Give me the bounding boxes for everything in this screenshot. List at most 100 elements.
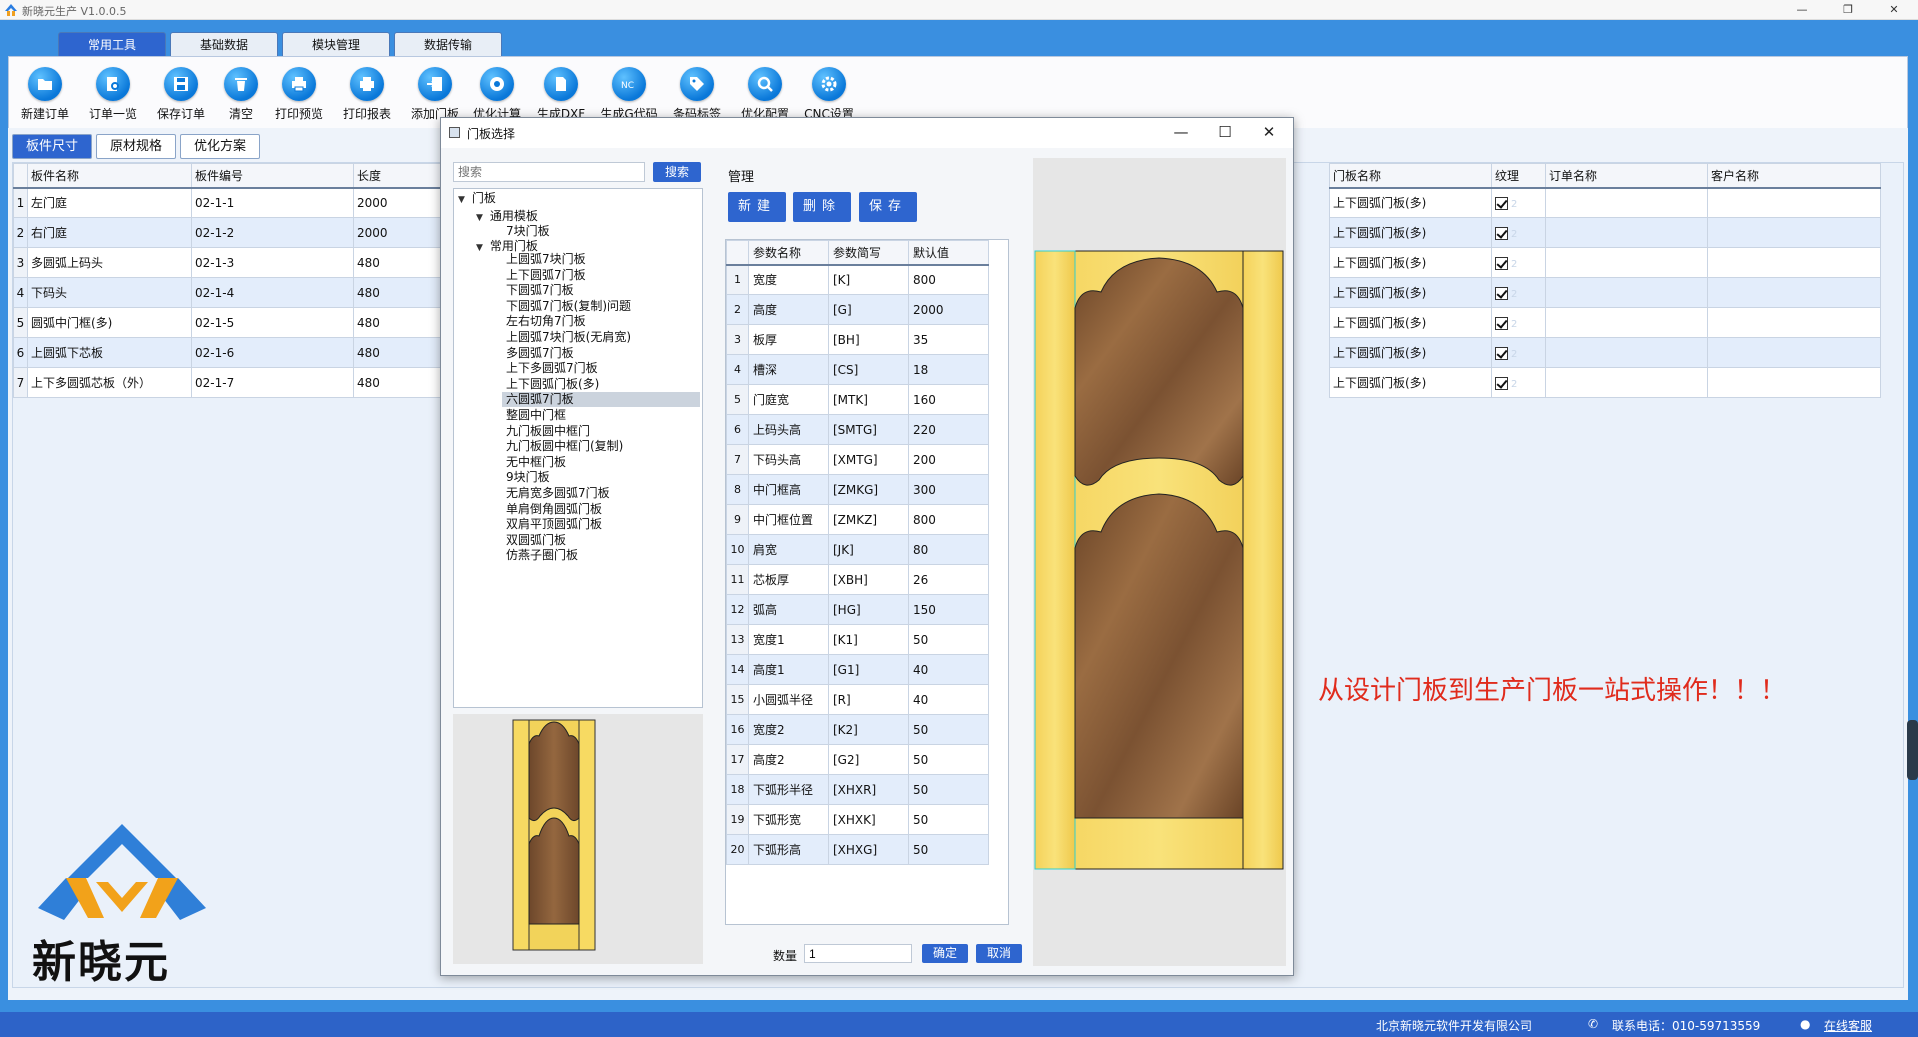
param-abbr-cell[interactable]: [G]: [828, 294, 909, 325]
param-value-cell[interactable]: 50: [908, 714, 989, 745]
menu-tab-basic-data[interactable]: 基础数据: [170, 32, 278, 58]
tree-item[interactable]: 上下圆弧7门板: [502, 268, 700, 283]
param-value-cell[interactable]: 50: [908, 744, 989, 775]
panel-code-cell[interactable]: 02-1-6: [191, 337, 354, 368]
table-row[interactable]: 上下圆弧门板(多) 2: [1329, 277, 1881, 308]
param-abbr-cell[interactable]: [XBH]: [828, 564, 909, 595]
param-name-cell[interactable]: 宽度: [748, 264, 829, 295]
param-abbr-cell[interactable]: [G1]: [828, 654, 909, 685]
search-input[interactable]: [453, 162, 645, 182]
param-name-cell[interactable]: 下弧形半径: [748, 774, 829, 805]
tree-item[interactable]: 无肩宽多圆弧7门板: [502, 486, 700, 501]
param-value-cell[interactable]: 800: [908, 264, 989, 295]
length-cell[interactable]: 480: [353, 277, 443, 308]
length-cell[interactable]: 2000: [353, 217, 443, 248]
texture-cell[interactable]: 2: [1491, 367, 1546, 398]
panel-code-cell[interactable]: 02-1-1: [191, 187, 354, 218]
param-name-cell[interactable]: 宽度1: [748, 624, 829, 655]
texture-cell[interactable]: 2: [1491, 277, 1546, 308]
param-name-cell[interactable]: 高度: [748, 294, 829, 325]
param-row[interactable]: 15 小圆弧半径 [R] 40: [726, 684, 989, 715]
param-abbr-cell[interactable]: [ZMKZ]: [828, 504, 909, 535]
customer-name-cell[interactable]: [1707, 217, 1881, 248]
param-name-cell[interactable]: 高度2: [748, 744, 829, 775]
table-row[interactable]: 4 下码头 02-1-4 480: [13, 277, 443, 308]
texture-checkbox[interactable]: [1495, 376, 1508, 390]
param-name-cell[interactable]: 门庭宽: [748, 384, 829, 415]
texture-checkbox[interactable]: [1495, 196, 1508, 210]
param-name-cell[interactable]: 高度1: [748, 654, 829, 685]
texture-checkbox[interactable]: [1495, 226, 1508, 240]
param-name-cell[interactable]: 槽深: [748, 354, 829, 385]
customer-name-cell[interactable]: [1707, 307, 1881, 338]
door-name-cell[interactable]: 上下圆弧门板(多): [1329, 277, 1492, 308]
param-value-cell[interactable]: 50: [908, 804, 989, 835]
tree-item[interactable]: 左右切角7门板: [502, 314, 700, 329]
search-button[interactable]: 搜索: [653, 162, 701, 182]
param-value-cell[interactable]: 35: [908, 324, 989, 355]
panel-code-cell[interactable]: 02-1-7: [191, 367, 354, 398]
param-abbr-cell[interactable]: [XHXG]: [828, 834, 909, 865]
texture-cell[interactable]: 2: [1491, 337, 1546, 368]
param-value-cell[interactable]: 50: [908, 774, 989, 805]
length-cell[interactable]: 480: [353, 307, 443, 338]
tree-item[interactable]: 上下多圆弧7门板: [502, 361, 700, 376]
param-value-cell[interactable]: 26: [908, 564, 989, 595]
customer-name-cell[interactable]: [1707, 277, 1881, 308]
param-name-cell[interactable]: 芯板厚: [748, 564, 829, 595]
param-name-cell[interactable]: 肩宽: [748, 534, 829, 565]
texture-cell[interactable]: 2: [1491, 247, 1546, 278]
table-row[interactable]: 上下圆弧门板(多) 2: [1329, 367, 1881, 398]
param-abbr-cell[interactable]: [CS]: [828, 354, 909, 385]
texture-cell[interactable]: 2: [1491, 307, 1546, 338]
param-row[interactable]: 10 肩宽 [JK] 80: [726, 534, 989, 565]
door-name-cell[interactable]: 上下圆弧门板(多): [1329, 337, 1492, 368]
tree-item[interactable]: 下圆弧7门板: [502, 283, 700, 298]
param-value-cell[interactable]: 160: [908, 384, 989, 415]
param-abbr-cell[interactable]: [K2]: [828, 714, 909, 745]
param-row[interactable]: 14 高度1 [G1] 40: [726, 654, 989, 685]
tree-item[interactable]: 上圆弧7块门板(无肩宽): [502, 330, 700, 345]
confirm-button[interactable]: 确定: [922, 944, 968, 963]
panel-name-cell[interactable]: 圆弧中门框(多): [27, 307, 192, 338]
param-value-cell[interactable]: 40: [908, 684, 989, 715]
texture-checkbox[interactable]: [1495, 316, 1508, 330]
param-name-cell[interactable]: 上码头高: [748, 414, 829, 445]
panel-code-cell[interactable]: 02-1-3: [191, 247, 354, 278]
table-row[interactable]: 5 圆弧中门框(多) 02-1-5 480: [13, 307, 443, 338]
tree-item[interactable]: 九门板圆中框门(复制): [502, 439, 700, 454]
menu-tab-data-transfer[interactable]: 数据传输: [394, 32, 502, 58]
panel-code-cell[interactable]: 02-1-5: [191, 307, 354, 338]
dialog-minimize-icon[interactable]: —: [1161, 121, 1201, 145]
order-name-cell[interactable]: [1545, 247, 1708, 278]
param-row[interactable]: 6 上码头高 [SMTG] 220: [726, 414, 989, 445]
panel-name-cell[interactable]: 上下多圆弧芯板（外）: [27, 367, 192, 398]
tab-optimize-plan[interactable]: 优化方案: [180, 134, 260, 159]
tab-material-spec[interactable]: 原材规格: [96, 134, 176, 159]
param-row[interactable]: 12 弧高 [HG] 150: [726, 594, 989, 625]
length-cell[interactable]: 480: [353, 247, 443, 278]
param-abbr-cell[interactable]: [JK]: [828, 534, 909, 565]
param-row[interactable]: 1 宽度 [K] 800: [726, 264, 989, 295]
new-template-button[interactable]: 新建: [728, 192, 786, 222]
order-name-cell[interactable]: [1545, 217, 1708, 248]
panel-name-cell[interactable]: 多圆弧上码头: [27, 247, 192, 278]
param-name-cell[interactable]: 弧高: [748, 594, 829, 625]
panel-name-cell[interactable]: 右门庭: [27, 217, 192, 248]
tree-item[interactable]: 仿燕子圈门板: [502, 548, 700, 563]
panel-code-cell[interactable]: 02-1-4: [191, 277, 354, 308]
table-row[interactable]: 7 上下多圆弧芯板（外） 02-1-7 480: [13, 367, 443, 398]
param-row[interactable]: 2 高度 [G] 2000: [726, 294, 989, 325]
length-cell[interactable]: 480: [353, 367, 443, 398]
door-name-cell[interactable]: 上下圆弧门板(多): [1329, 217, 1492, 248]
param-row[interactable]: 4 槽深 [CS] 18: [726, 354, 989, 385]
cancel-button[interactable]: 取消: [976, 944, 1022, 963]
close-icon[interactable]: ✕: [1876, 0, 1912, 20]
minimize-icon[interactable]: —: [1784, 0, 1820, 20]
param-value-cell[interactable]: 80: [908, 534, 989, 565]
table-row[interactable]: 上下圆弧门板(多) 2: [1329, 307, 1881, 338]
restore-icon[interactable]: ❐: [1830, 0, 1866, 20]
param-abbr-cell[interactable]: [XHXK]: [828, 804, 909, 835]
tree-item[interactable]: 整圆中门框: [502, 408, 700, 423]
save-template-button[interactable]: 保存: [859, 192, 917, 222]
